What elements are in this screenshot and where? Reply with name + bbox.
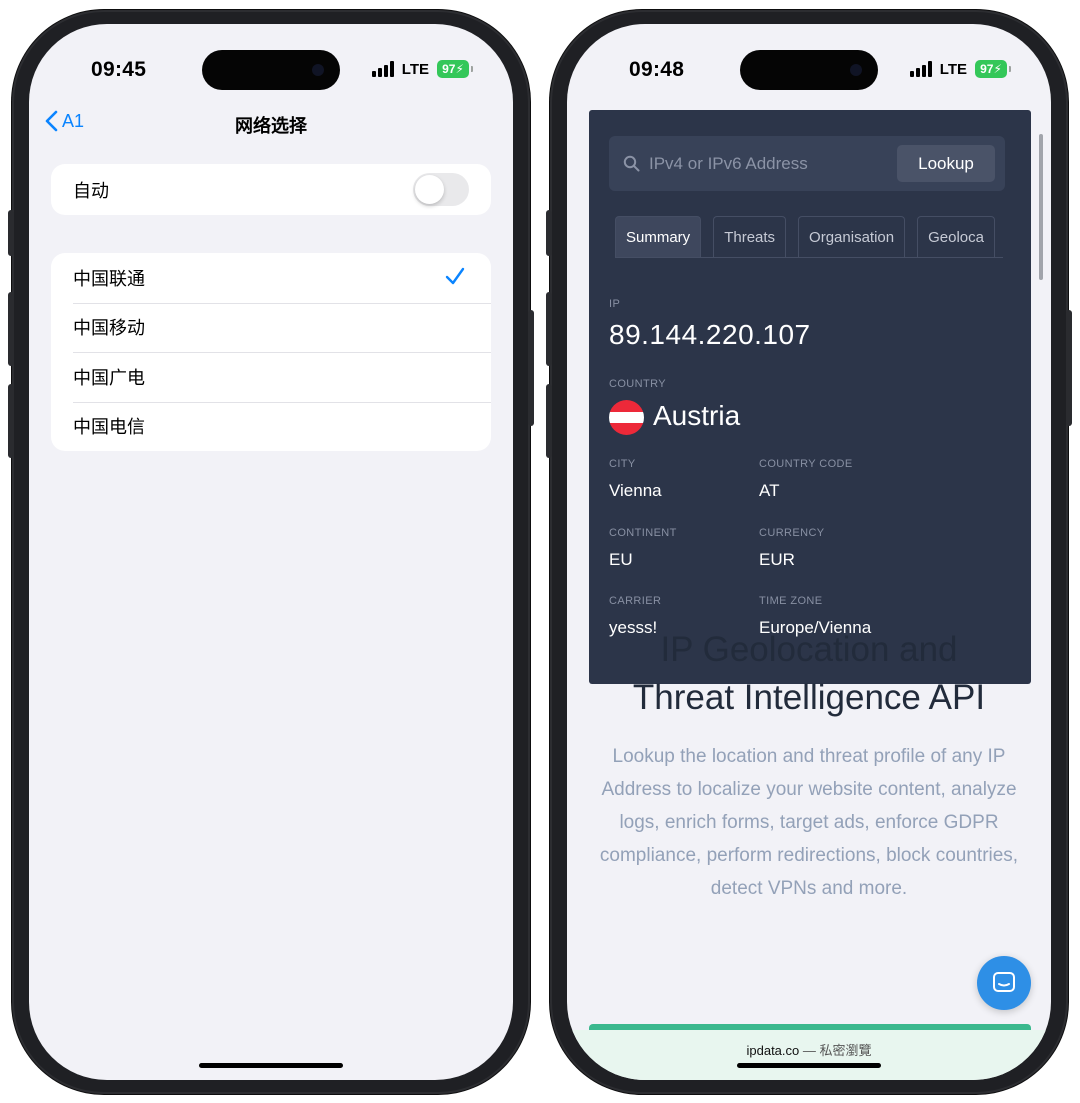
time-zone-label: TIME ZONE [759,595,823,607]
home-indicator[interactable] [737,1063,881,1068]
ip-lookup-card: IPv4 or IPv6 Address Lookup Summary Thre… [589,110,1031,684]
country-code-value: AT [759,481,780,500]
tab-threats[interactable]: Threats [713,216,787,257]
austria-flag-icon [609,400,644,435]
continent-label: CONTINENT [609,527,677,539]
hero-title-line: Threat Intelligence API [632,678,986,717]
currency-value: EUR [759,550,795,569]
country-value: Austria [653,400,741,431]
battery-level: 97 [442,62,456,76]
volume-up-button [8,292,14,366]
battery-level: 97 [980,62,994,76]
chat-bubble-icon [993,972,1015,992]
tab-geolocation[interactable]: Geoloca [917,216,995,257]
dynamic-island [740,50,878,90]
cellular-signal-icon [371,61,394,77]
chat-launcher-button[interactable] [977,956,1031,1010]
checkmark-icon [445,267,465,285]
right-phone-frame: 09:48 LTE 97 ⚡ IPv4 or IPv6 Address Looku… [546,10,1072,1094]
status-indicators: LTE 97 ⚡ [909,60,1011,78]
city-value: Vienna [609,481,662,500]
url-separator: — [802,1043,816,1058]
carrier-label: 中国广电 [73,367,145,388]
carrier-label: 中国联通 [73,268,145,289]
hero-title-line: IP Geolocation and [660,630,958,669]
status-time: 09:48 [629,58,685,81]
volume-down-button [8,384,14,458]
camera-icon [312,64,324,76]
browser-address-bar[interactable]: ipdata.co — 私密瀏覽 [567,1030,1051,1080]
mute-switch [8,210,14,256]
volume-down-button [546,384,552,458]
automatic-row: 自动 [51,164,491,215]
lookup-button[interactable]: Lookup [897,145,995,182]
home-indicator[interactable] [199,1063,343,1068]
url-domain: ipdata.co [746,1043,800,1058]
result-tabs: Summary Threats Organisation Geoloca [615,216,1003,258]
automatic-label: 自动 [73,180,109,201]
settings-screen: 09:45 LTE 97 ⚡ A1 网络选择 自动 中国联通 中国移动 中国广电… [29,24,513,1080]
ip-label: IP [609,298,621,310]
carrier-row-china-mobile[interactable]: 中国移动 [51,302,491,353]
country-code-label: COUNTRY CODE [759,458,853,470]
battery-icon: 97 ⚡ [437,60,473,78]
power-button [528,310,534,426]
status-time: 09:45 [91,58,147,81]
carrier-label: 中国移动 [73,318,145,339]
power-button [1066,310,1072,426]
toggle-knob [415,175,444,204]
tab-summary[interactable]: Summary [615,216,702,257]
private-browsing-label: 私密瀏覽 [819,1043,872,1058]
cellular-signal-icon [909,61,932,77]
dynamic-island [202,50,340,90]
browser-screen: 09:48 LTE 97 ⚡ IPv4 or IPv6 Address Looku… [567,24,1051,1080]
camera-icon [850,64,862,76]
carrier-list: 中国联通 中国移动 中国广电 中国电信 [51,253,491,451]
carrier-row-china-telecom[interactable]: 中国电信 [51,401,491,452]
country-label: COUNTRY [609,378,666,390]
automatic-toggle[interactable] [413,173,469,206]
tab-organisation[interactable]: Organisation [798,216,906,257]
page-scrollbar[interactable] [1039,134,1043,280]
navigation-bar: A1 网络选择 [29,110,513,140]
continent-value: EU [609,550,633,569]
carrier-label: CARRIER [609,595,662,607]
city-label: CITY [609,458,636,470]
ip-value: 89.144.220.107 [609,319,811,350]
hero-title: IP Geolocation and Threat Intelligence A… [587,626,1031,722]
carrier-row-china-unicom[interactable]: 中国联通 [51,253,491,303]
page-title: 网络选择 [235,116,307,136]
battery-icon: 97 ⚡ [975,60,1011,78]
ip-search-input[interactable]: IPv4 or IPv6 Address [649,154,808,174]
hero-description: Lookup the location and threat profile o… [599,746,1019,899]
network-type: LTE [939,60,967,78]
search-icon [623,155,640,172]
volume-up-button [546,292,552,366]
currency-label: CURRENCY [759,527,825,539]
carrier-row-china-broadnet[interactable]: 中国广电 [51,352,491,402]
ip-search-bar: IPv4 or IPv6 Address Lookup [609,136,1005,191]
network-type: LTE [401,60,429,78]
left-phone-frame: 09:45 LTE 97 ⚡ A1 网络选择 自动 中国联通 中国移动 中国广电… [8,10,534,1094]
carrier-label: 中国电信 [73,417,145,438]
mute-switch [546,210,552,256]
status-indicators: LTE 97 ⚡ [371,60,473,78]
automatic-group: 自动 [51,164,491,215]
